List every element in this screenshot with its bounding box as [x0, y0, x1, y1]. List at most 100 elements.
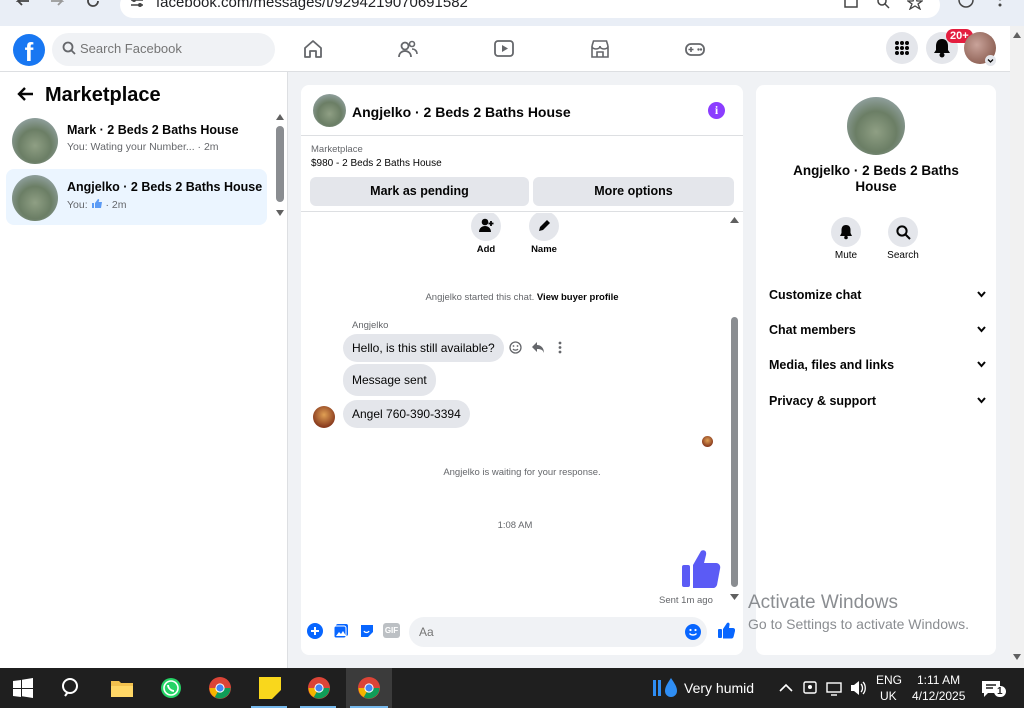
scroll-thumb[interactable]	[731, 317, 738, 587]
friends-icon[interactable]	[397, 38, 419, 60]
message-timestamp: 1:08 AM	[497, 520, 533, 531]
info-icon[interactable]: i	[708, 102, 725, 119]
add-label: Add	[476, 244, 496, 255]
weather-text[interactable]: Very humid	[684, 680, 754, 696]
large-thumbs-up-icon[interactable]	[681, 547, 721, 589]
message-input-box[interactable]	[409, 617, 707, 647]
search-input[interactable]	[80, 41, 260, 56]
thread-scrollbar[interactable]	[729, 213, 739, 609]
add-person-icon	[479, 218, 494, 232]
more-options-button[interactable]: More options	[533, 177, 734, 206]
bookmark-star-icon[interactable]	[907, 0, 923, 10]
inbox-scrollbar[interactable]	[276, 114, 284, 216]
pencil-icon	[539, 220, 550, 231]
rename-button[interactable]	[529, 213, 559, 241]
url-text[interactable]: facebook.com/messages/t/9294219070691582	[156, 0, 468, 11]
weather-humidity-icon[interactable]	[651, 676, 681, 700]
chat-header: Angjelko · 2 Beds 2 Baths House i	[301, 85, 743, 136]
add-people-button[interactable]	[471, 213, 501, 241]
gaming-icon[interactable]	[684, 38, 706, 60]
whatsapp-icon[interactable]	[159, 676, 183, 700]
view-buyer-profile-link[interactable]: View buyer profile	[537, 292, 619, 303]
mark-pending-button[interactable]: Mark as pending	[310, 177, 529, 206]
account-chevron-icon[interactable]	[985, 55, 996, 66]
keyboard-layout[interactable]: UK	[880, 689, 897, 703]
name-label: Name	[531, 244, 557, 255]
scroll-down-icon[interactable]	[276, 210, 284, 216]
chevron-down-icon	[977, 291, 986, 298]
privacy-support-row[interactable]: Privacy & support	[769, 394, 986, 414]
search-icon	[896, 225, 911, 240]
chrome-profile-icon[interactable]	[307, 676, 331, 700]
conversation-item-active[interactable]: Angjelko · 2 Beds 2 Baths House You: · 2…	[6, 169, 267, 225]
marketplace-icon[interactable]	[589, 38, 611, 60]
back-arrow-icon[interactable]	[16, 86, 34, 102]
profile-icon[interactable]	[957, 0, 975, 9]
mute-button[interactable]	[831, 217, 861, 247]
chat-title[interactable]: Angjelko · 2 Beds 2 Baths House	[352, 104, 571, 120]
page-scrollbar[interactable]	[1010, 26, 1024, 668]
send-like-icon[interactable]	[717, 621, 735, 639]
scroll-up-icon[interactable]	[276, 114, 284, 120]
gif-button[interactable]: GIF	[383, 623, 400, 638]
marketplace-inbox: Marketplace Mark · 2 Beds 2 Baths House …	[0, 72, 288, 668]
install-app-icon[interactable]	[844, 0, 860, 9]
chevron-down-icon	[977, 326, 986, 333]
clock-time[interactable]: 1:11 AM	[917, 673, 960, 687]
search-chat-button[interactable]	[888, 217, 918, 247]
section-label: Privacy & support	[769, 394, 876, 408]
clock-date[interactable]: 4/12/2025	[912, 689, 965, 703]
network-icon[interactable]	[825, 676, 843, 700]
scroll-up-icon[interactable]	[730, 217, 739, 223]
chat-members-row[interactable]: Chat members	[769, 323, 986, 343]
search-icon	[62, 41, 76, 55]
listing-title[interactable]: $980 - 2 Beds 2 Baths House	[311, 158, 442, 169]
chat-thumbnail[interactable]	[313, 94, 346, 127]
thumbs-up-small-icon	[91, 199, 102, 208]
chat-avatar[interactable]	[847, 97, 905, 155]
windows-taskbar: Very humid ENG UK 1:11 AM 4/12/2025 1	[0, 668, 1024, 708]
chevron-up-icon[interactable]	[778, 676, 794, 700]
file-explorer-icon[interactable]	[110, 676, 134, 700]
message-input[interactable]	[419, 625, 669, 639]
listing-thumbnail	[12, 175, 58, 221]
back-icon[interactable]	[14, 0, 30, 8]
windows-start-icon[interactable]	[13, 678, 33, 698]
react-emoji-icon[interactable]	[509, 341, 522, 354]
message-bubble[interactable]: Angel 760-390-3394	[343, 400, 470, 428]
message-bubble[interactable]: Message sent	[343, 364, 436, 396]
reply-icon[interactable]	[531, 341, 545, 354]
sticky-notes-icon[interactable]	[258, 676, 282, 700]
volume-icon[interactable]	[849, 676, 867, 700]
search-box[interactable]	[52, 33, 275, 66]
forward-icon[interactable]	[50, 0, 66, 8]
gallery-icon[interactable]	[333, 623, 349, 639]
more-vertical-icon[interactable]	[558, 341, 562, 354]
scroll-thumb[interactable]	[276, 126, 284, 202]
emoji-icon[interactable]	[685, 624, 701, 640]
sticker-icon[interactable]	[359, 623, 375, 639]
chrome-active-icon[interactable]	[357, 676, 381, 700]
reload-icon[interactable]	[86, 0, 100, 8]
home-icon[interactable]	[302, 38, 324, 60]
scroll-down-icon[interactable]	[730, 594, 739, 600]
chrome-icon[interactable]	[208, 676, 232, 700]
media-files-row[interactable]: Media, files and links	[769, 358, 986, 378]
menu-button[interactable]	[886, 32, 918, 64]
search-icon[interactable]	[60, 676, 84, 700]
add-plus-icon[interactable]	[307, 623, 323, 639]
site-settings-icon[interactable]	[130, 0, 144, 7]
zoom-icon[interactable]	[876, 0, 890, 9]
customize-chat-row[interactable]: Customize chat	[769, 288, 986, 308]
sender-avatar[interactable]	[313, 406, 335, 428]
browser-menu-icon[interactable]	[997, 0, 1003, 9]
conversation-item[interactable]: Mark · 2 Beds 2 Baths House You: Wating …	[6, 112, 267, 168]
video-icon[interactable]	[493, 38, 515, 60]
meet-now-icon[interactable]	[802, 676, 818, 700]
scroll-down-icon[interactable]	[1013, 654, 1021, 660]
scroll-up-icon[interactable]	[1013, 32, 1021, 38]
facebook-logo[interactable]: f	[13, 34, 45, 66]
message-bubble[interactable]: Hello, is this still available?	[343, 334, 504, 362]
language-code[interactable]: ENG	[876, 673, 902, 687]
chevron-down-icon	[977, 397, 986, 404]
